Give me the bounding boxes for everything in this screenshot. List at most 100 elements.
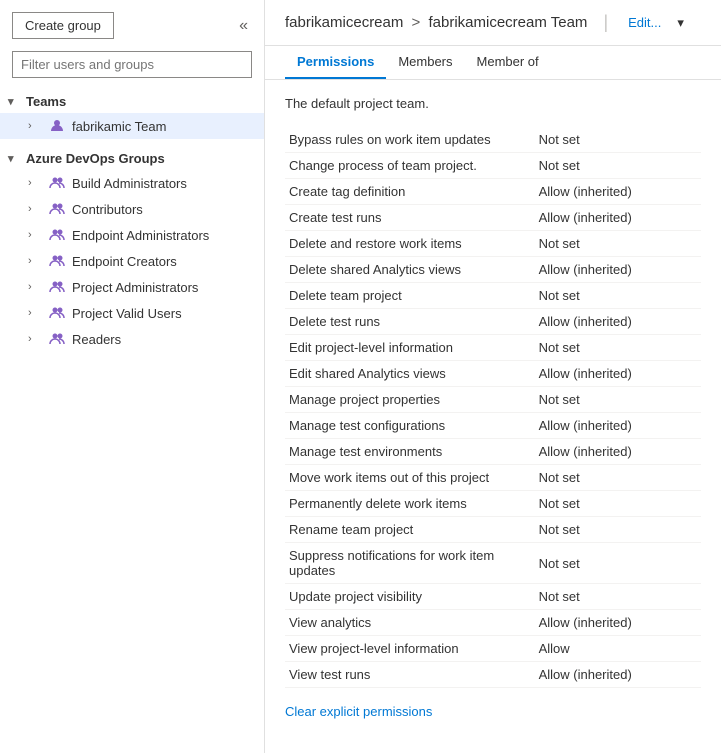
permission-status: Allow (inherited) [535, 205, 701, 231]
permission-status: Not set [535, 584, 701, 610]
table-row: Manage project properties Not set [285, 387, 701, 413]
teams-group-header[interactable]: ▾ Teams [0, 90, 264, 113]
sidebar-item-build-administrators[interactable]: › Build Administrators [0, 170, 264, 196]
permission-name: Move work items out of this project [285, 465, 535, 491]
table-row: Create tag definition Allow (inherited) [285, 179, 701, 205]
permission-name: View analytics [285, 610, 535, 636]
table-row: View analytics Allow (inherited) [285, 610, 701, 636]
permission-name: Create test runs [285, 205, 535, 231]
permission-name: Delete test runs [285, 309, 535, 335]
sidebar-item-endpoint-administrators[interactable]: › Endpoint Administrators [0, 222, 264, 248]
permission-status: Allow [535, 636, 701, 662]
permission-status: Not set [535, 153, 701, 179]
team-icon [48, 117, 66, 135]
filter-input-wrap [0, 47, 264, 86]
teams-chevron-icon: ▾ [8, 95, 22, 108]
sidebar-item-contributors[interactable]: › Contributors [0, 196, 264, 222]
permission-status: Allow (inherited) [535, 413, 701, 439]
permission-name: Manage project properties [285, 387, 535, 413]
table-row: View test runs Allow (inherited) [285, 662, 701, 688]
edit-button[interactable]: Edit... [624, 13, 665, 32]
sidebar-item-label: Readers [72, 332, 121, 347]
permission-status: Not set [535, 231, 701, 257]
main-header: fabrikamicecream > fabrikamicecream Team… [265, 0, 721, 46]
permission-name: Rename team project [285, 517, 535, 543]
sidebar-item-project-valid-users[interactable]: › Project Valid Users [0, 300, 264, 326]
permission-name: Permanently delete work items [285, 491, 535, 517]
dropdown-button[interactable]: ▾ [673, 13, 688, 33]
tab-members[interactable]: Members [386, 46, 464, 79]
permission-status: Not set [535, 543, 701, 584]
sidebar: Create group « ▾ Teams › fabrikamic Team… [0, 0, 265, 753]
table-row: Delete shared Analytics views Allow (inh… [285, 257, 701, 283]
permission-name: Change process of team project. [285, 153, 535, 179]
tab-member-of[interactable]: Member of [465, 46, 551, 79]
clear-permissions-link[interactable]: Clear explicit permissions [285, 704, 432, 719]
sidebar-item-label: Build Administrators [72, 176, 187, 191]
table-row: Manage test environments Allow (inherite… [285, 439, 701, 465]
permissions-area: The default project team. Bypass rules o… [265, 80, 721, 753]
sidebar-item-label: Project Administrators [72, 280, 198, 295]
permission-status: Allow (inherited) [535, 179, 701, 205]
teams-section: ▾ Teams › fabrikamic Team [0, 86, 264, 143]
azure-devops-group-header[interactable]: ▾ Azure DevOps Groups [0, 147, 264, 170]
table-row: Bypass rules on work item updates Not se… [285, 127, 701, 153]
item-chevron-icon: › [28, 255, 42, 267]
table-row: Edit shared Analytics views Allow (inher… [285, 361, 701, 387]
permission-name: Create tag definition [285, 179, 535, 205]
group-icon [48, 252, 66, 270]
sidebar-item-label: Project Valid Users [72, 306, 182, 321]
permission-status: Allow (inherited) [535, 662, 701, 688]
permission-status: Not set [535, 335, 701, 361]
group-icon [48, 174, 66, 192]
breadcrumb-separator: > [412, 14, 425, 31]
permission-status: Not set [535, 127, 701, 153]
table-row: Delete team project Not set [285, 283, 701, 309]
table-row: Move work items out of this project Not … [285, 465, 701, 491]
group-icon [48, 330, 66, 348]
item-chevron-icon: › [28, 281, 42, 293]
permission-status: Allow (inherited) [535, 610, 701, 636]
collapse-icon[interactable]: « [235, 13, 252, 39]
sidebar-item-label: Contributors [72, 202, 143, 217]
sidebar-item-endpoint-creators[interactable]: › Endpoint Creators [0, 248, 264, 274]
permissions-table: Bypass rules on work item updates Not se… [285, 127, 701, 688]
azure-devops-section: ▾ Azure DevOps Groups › Build Administra… [0, 143, 264, 356]
permission-name: Delete team project [285, 283, 535, 309]
table-row: Update project visibility Not set [285, 584, 701, 610]
azure-devops-chevron-icon: ▾ [8, 152, 22, 165]
breadcrumb: fabrikamicecream > fabrikamicecream Team [285, 14, 587, 31]
group-icon [48, 278, 66, 296]
item-chevron-icon: › [28, 177, 42, 189]
table-row: Create test runs Allow (inherited) [285, 205, 701, 231]
table-row: Edit project-level information Not set [285, 335, 701, 361]
permission-name: Manage test environments [285, 439, 535, 465]
create-group-button[interactable]: Create group [12, 12, 114, 39]
permission-status: Not set [535, 465, 701, 491]
sidebar-item-label: Endpoint Administrators [72, 228, 209, 243]
table-row: Change process of team project. Not set [285, 153, 701, 179]
permission-name: View project-level information [285, 636, 535, 662]
table-row: Permanently delete work items Not set [285, 491, 701, 517]
item-chevron-icon: › [28, 307, 42, 319]
filter-input[interactable] [12, 51, 252, 78]
azure-devops-items: › Build Administrators › Contributors › [0, 170, 264, 352]
group-icon [48, 200, 66, 218]
permission-status: Not set [535, 283, 701, 309]
sidebar-item-readers[interactable]: › Readers [0, 326, 264, 352]
permission-name: Delete and restore work items [285, 231, 535, 257]
tab-permissions[interactable]: Permissions [285, 46, 386, 79]
sidebar-item-fabrikamic-team[interactable]: › fabrikamic Team [0, 113, 264, 139]
permission-name: View test runs [285, 662, 535, 688]
permission-name: Suppress notifications for work item upd… [285, 543, 535, 584]
permission-status: Not set [535, 491, 701, 517]
sidebar-header: Create group « [0, 0, 264, 47]
header-divider: | [603, 12, 608, 33]
breadcrumb-team: fabrikamicecream Team [428, 14, 587, 31]
table-row: Manage test configurations Allow (inheri… [285, 413, 701, 439]
table-row: Delete and restore work items Not set [285, 231, 701, 257]
item-chevron-icon: › [28, 203, 42, 215]
team-item-chevron-icon: › [28, 120, 42, 132]
table-row: Suppress notifications for work item upd… [285, 543, 701, 584]
sidebar-item-project-administrators[interactable]: › Project Administrators [0, 274, 264, 300]
